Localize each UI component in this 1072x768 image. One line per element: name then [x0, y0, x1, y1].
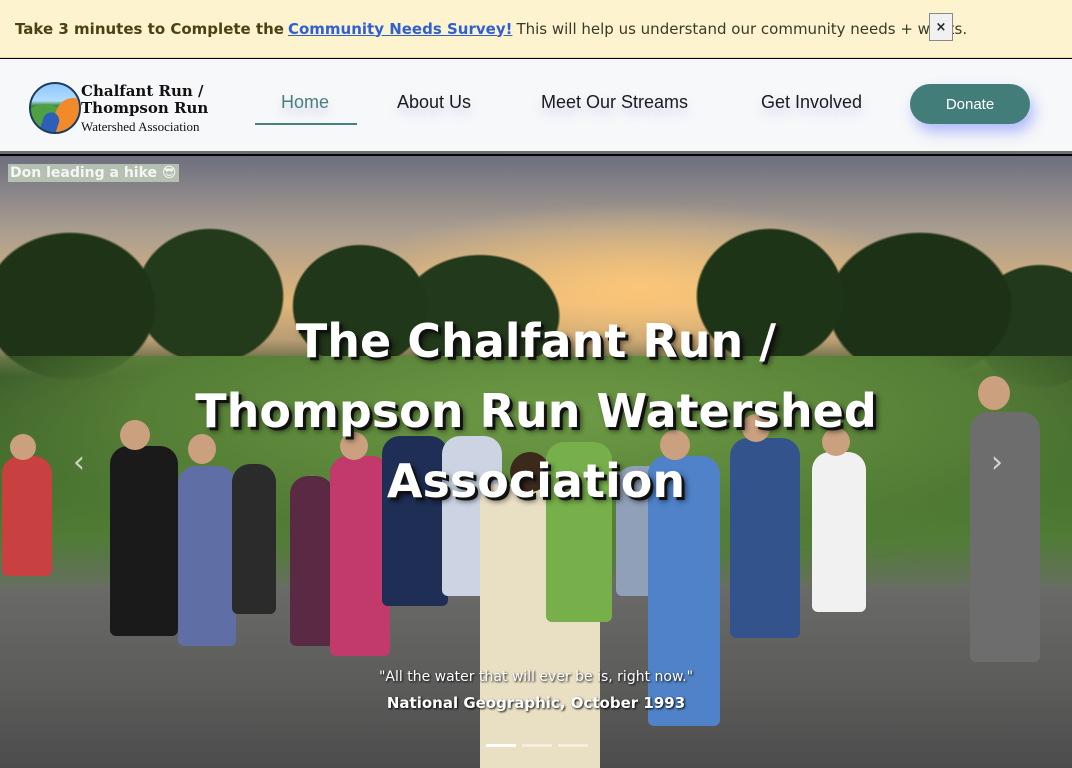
- nav-home[interactable]: Home: [281, 92, 329, 113]
- slideshow-next-arrow-icon[interactable]: ›: [982, 448, 1012, 478]
- nav-meet-our-streams[interactable]: Meet Our Streams: [541, 92, 688, 113]
- slide-indicator-2[interactable]: [522, 744, 552, 747]
- logo-title: Chalfant Run / Thompson Run: [81, 82, 209, 117]
- donate-button[interactable]: Donate: [910, 84, 1030, 124]
- photo-caption: Don leading a hike 😎: [8, 164, 179, 182]
- nav-get-involved[interactable]: Get Involved: [761, 92, 862, 113]
- slide-indicator-1[interactable]: [486, 744, 516, 747]
- watershed-logo-icon: [29, 82, 81, 134]
- banner-rest-text: This will help us understand our communi…: [516, 19, 968, 38]
- survey-link[interactable]: Community Needs Survey!: [288, 20, 512, 38]
- announcement-banner: Take 3 minutes to Complete the Community…: [0, 0, 1072, 58]
- nav-about-us[interactable]: About Us: [397, 92, 471, 113]
- slide-indicator-3[interactable]: [558, 744, 588, 747]
- logo-subtitle: Watershed Association: [81, 119, 200, 134]
- site-header: Chalfant Run / Thompson Run Watershed As…: [0, 59, 1072, 154]
- banner-close-button[interactable]: ×: [929, 13, 953, 41]
- hero-quote-attribution: National Geographic, October 1993: [386, 694, 686, 712]
- hero-slideshow: Don leading a hike 😎 The Chalfant Run / …: [0, 156, 1072, 768]
- site-logo[interactable]: Chalfant Run / Thompson Run Watershed As…: [29, 81, 219, 137]
- hero-quote: "All the water that will ever be is, rig…: [378, 669, 694, 685]
- banner-lead-text: Take 3 minutes to Complete the: [15, 19, 284, 38]
- hero-title: The Chalfant Run / Thompson Run Watershe…: [195, 314, 877, 508]
- slideshow-prev-arrow-icon[interactable]: ‹: [64, 448, 94, 478]
- nav-active-underline: [255, 123, 357, 125]
